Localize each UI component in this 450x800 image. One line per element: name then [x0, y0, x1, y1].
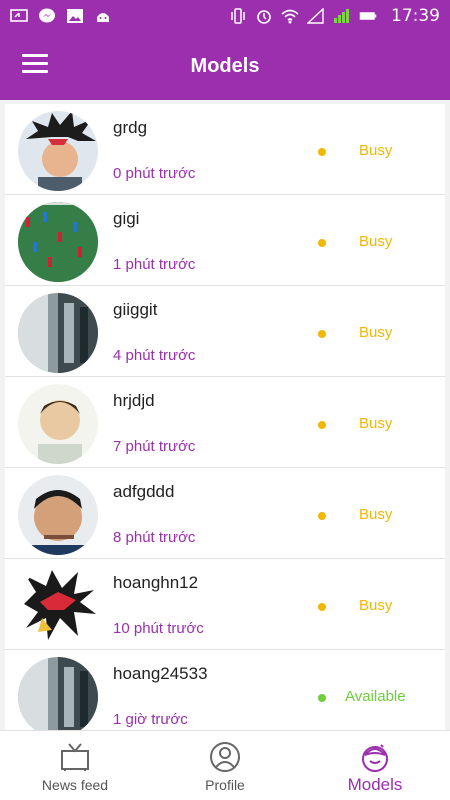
app-bar: Models — [0, 32, 450, 100]
status-dot — [318, 148, 326, 156]
avatar — [18, 475, 98, 555]
models-icon — [362, 744, 388, 772]
model-name: gigi — [113, 209, 140, 228]
status-badge: Busy — [359, 142, 393, 159]
status-badge: Busy — [359, 324, 393, 341]
list-item[interactable]: hoanghn12 10 phút trước Busy — [5, 559, 445, 650]
status-left — [10, 8, 112, 24]
vibrate-icon — [231, 8, 245, 24]
status-right: 17:39 — [229, 6, 440, 26]
list-item[interactable]: hrjdjd 7 phút trước Busy — [5, 377, 445, 468]
profile-icon — [210, 742, 240, 772]
last-seen: 1 giờ trước — [113, 711, 188, 728]
status-badge: Busy — [359, 415, 393, 432]
alarm-icon — [257, 10, 271, 24]
avatar — [18, 384, 98, 464]
menu-icon — [22, 54, 48, 57]
status-dot — [318, 239, 326, 247]
nav-news-feed[interactable]: News feed — [0, 731, 150, 800]
last-seen: 10 phút trước — [113, 620, 204, 637]
avatar — [18, 111, 98, 191]
model-name: giiggit — [113, 300, 158, 319]
tv-icon — [61, 743, 89, 771]
signal-icon — [307, 8, 324, 24]
avatar — [18, 657, 98, 730]
messenger-icon — [39, 8, 55, 23]
model-name: adfgddd — [113, 482, 175, 501]
nav-label: Profile — [205, 777, 245, 793]
last-seen: 4 phút trước — [113, 347, 196, 364]
battery-icon — [359, 12, 377, 20]
avatar — [18, 202, 98, 282]
nav-label: Models — [347, 775, 403, 794]
status-dot — [318, 694, 326, 702]
status-badge: Busy — [359, 597, 393, 614]
status-dot — [318, 421, 326, 429]
wifi-icon — [281, 9, 299, 24]
bottom-nav: News feed Profile Models — [0, 730, 450, 800]
nav-profile[interactable]: Profile — [150, 731, 300, 800]
list-item[interactable]: giiggit 4 phút trước Busy — [5, 286, 445, 377]
status-dot — [318, 512, 326, 520]
gallery-icon — [67, 9, 83, 23]
models-list[interactable]: grdg 0 phút trước Busy gigi 1 phút trước… — [5, 104, 445, 730]
status-badge: Busy — [359, 506, 393, 523]
status-dot — [318, 330, 326, 338]
android-icon — [97, 13, 109, 22]
avatar — [18, 566, 98, 646]
avatar — [18, 293, 98, 373]
screen-cast-icon — [10, 9, 28, 22]
model-name: hoanghn12 — [113, 573, 199, 592]
list-item[interactable]: grdg 0 phút trước Busy — [5, 104, 445, 195]
list-item[interactable]: gigi 1 phút trước Busy — [5, 195, 445, 286]
page-title: Models — [190, 54, 260, 77]
model-name: grdg — [113, 118, 148, 137]
model-name: hrjdjd — [113, 391, 155, 410]
last-seen: 7 phút trước — [113, 438, 196, 455]
menu-button[interactable] — [22, 54, 48, 76]
list-item[interactable]: hoang24533 1 giờ trước Available — [5, 650, 445, 730]
last-seen: 1 phút trước — [113, 256, 196, 273]
last-seen: 0 phút trước — [113, 165, 196, 182]
list-item[interactable]: adfgddd 8 phút trước Busy — [5, 468, 445, 559]
last-seen: 8 phút trước — [113, 529, 196, 546]
nav-label: News feed — [41, 777, 109, 793]
status-time: 17:39 — [391, 6, 440, 26]
status-bar: 17:39 — [0, 0, 450, 32]
status-badge: Busy — [359, 233, 393, 250]
status-badge: Available — [345, 688, 406, 705]
status-dot — [318, 603, 326, 611]
signal-strong-icon — [334, 9, 349, 23]
model-name: hoang24533 — [113, 664, 208, 683]
nav-models[interactable]: Models — [300, 731, 450, 800]
